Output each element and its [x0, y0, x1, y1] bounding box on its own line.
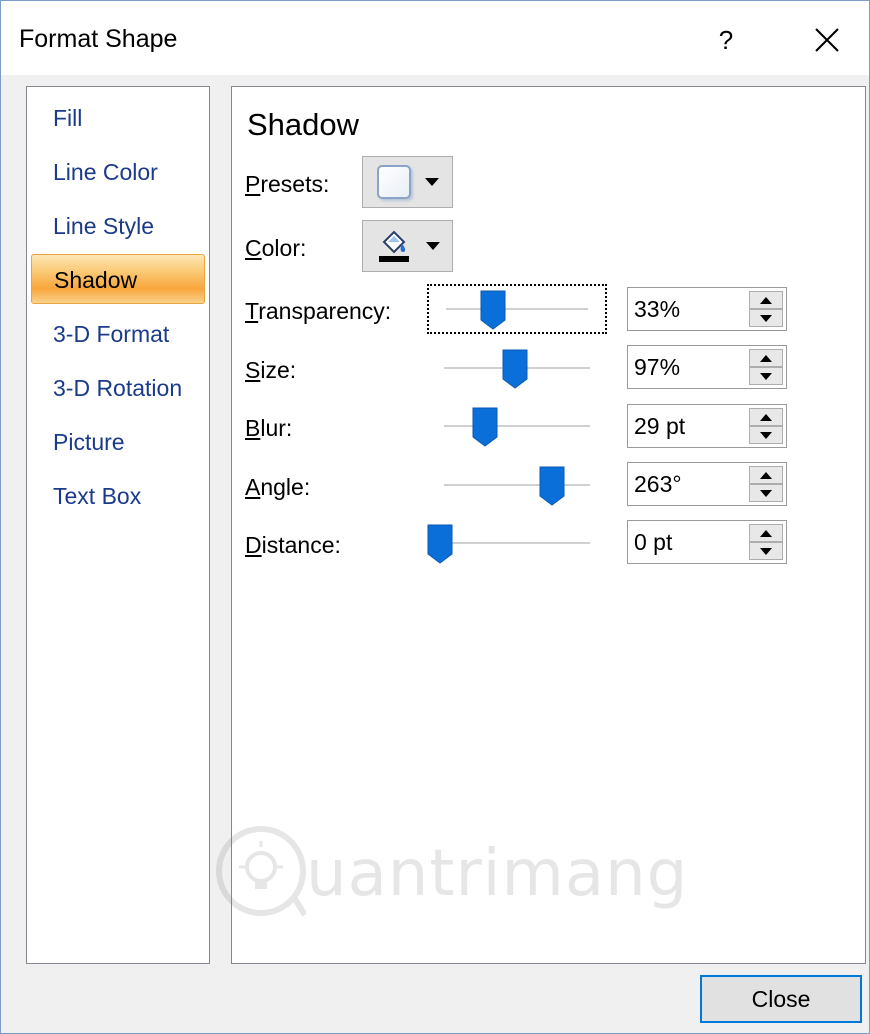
- spin-up-button[interactable]: [749, 291, 783, 309]
- chevron-down-icon: [424, 178, 439, 186]
- blur-spinner[interactable]: 29 pt: [627, 404, 787, 448]
- slider-thumb[interactable]: [427, 524, 453, 564]
- sidebar-item-picture[interactable]: Picture: [31, 417, 205, 467]
- color-dropdown[interactable]: [362, 220, 453, 272]
- slider-track: [444, 484, 590, 486]
- spin-down-button[interactable]: [749, 367, 783, 385]
- slider-track: [444, 425, 590, 427]
- color-label: Color:: [245, 235, 307, 261]
- angle-value[interactable]: 263°: [634, 463, 682, 505]
- size-spinner[interactable]: 97%: [627, 345, 787, 389]
- angle-label: Angle:: [245, 474, 311, 500]
- spin-up-button[interactable]: [749, 408, 783, 426]
- category-list: Fill Line Color Line Style Shadow 3-D Fo…: [26, 86, 210, 964]
- spin-buttons: [749, 291, 783, 327]
- spin-down-button[interactable]: [749, 309, 783, 327]
- transparency-slider[interactable]: [427, 284, 607, 334]
- close-x-glyph: [815, 28, 839, 52]
- presets-label: Presets:: [245, 171, 330, 197]
- transparency-label: Transparency:: [245, 298, 392, 324]
- spin-down-button[interactable]: [749, 542, 783, 560]
- section-title: Shadow: [247, 107, 360, 142]
- chevron-down-icon: [425, 242, 440, 250]
- spin-down-button[interactable]: [749, 484, 783, 502]
- sidebar-item-3d-format[interactable]: 3-D Format: [31, 309, 205, 359]
- transparency-value[interactable]: 33%: [634, 288, 680, 330]
- sidebar-item-3d-rotation[interactable]: 3-D Rotation: [31, 363, 205, 413]
- spin-down-button[interactable]: [749, 426, 783, 444]
- sidebar-item-line-style[interactable]: Line Style: [31, 201, 205, 251]
- angle-spinner[interactable]: 263°: [627, 462, 787, 506]
- spin-buttons: [749, 466, 783, 502]
- arrow-up-icon: [760, 296, 772, 304]
- slider-track: [444, 542, 590, 544]
- sidebar-item-text-box[interactable]: Text Box: [31, 471, 205, 521]
- paint-bucket-icon: [378, 230, 409, 262]
- arrow-down-icon: [760, 489, 772, 497]
- sidebar-item-line-color[interactable]: Line Color: [31, 147, 205, 197]
- slider-track: [446, 308, 588, 310]
- distance-slider[interactable]: [427, 518, 607, 568]
- spin-buttons: [749, 408, 783, 444]
- blur-slider[interactable]: [427, 401, 607, 451]
- arrow-up-icon: [760, 471, 772, 479]
- spin-buttons: [749, 349, 783, 385]
- arrow-down-icon: [760, 547, 772, 555]
- spin-up-button[interactable]: [749, 524, 783, 542]
- slider-thumb[interactable]: [539, 466, 565, 506]
- slider-thumb[interactable]: [472, 407, 498, 447]
- blur-value[interactable]: 29 pt: [634, 405, 685, 447]
- angle-slider[interactable]: [427, 460, 607, 510]
- spin-buttons: [749, 524, 783, 560]
- sidebar-item-shadow[interactable]: Shadow: [31, 254, 205, 304]
- distance-label: Distance:: [245, 532, 341, 558]
- size-label: Size:: [245, 357, 297, 383]
- close-icon[interactable]: [801, 15, 853, 65]
- slider-thumb[interactable]: [502, 349, 528, 389]
- distance-value[interactable]: 0 pt: [634, 521, 672, 563]
- preset-shadow-icon: [376, 165, 411, 199]
- presets-dropdown[interactable]: [362, 156, 453, 208]
- help-button[interactable]: ?: [701, 15, 751, 65]
- distance-spinner[interactable]: 0 pt: [627, 520, 787, 564]
- lightbulb-logo-icon: [216, 826, 306, 917]
- dialog-title: Format Shape: [19, 25, 178, 53]
- size-slider[interactable]: [427, 343, 607, 393]
- arrow-up-icon: [760, 354, 772, 362]
- close-button[interactable]: Close: [700, 975, 862, 1023]
- spin-up-button[interactable]: [749, 466, 783, 484]
- sidebar-item-fill[interactable]: Fill: [31, 93, 205, 143]
- arrow-down-icon: [760, 314, 772, 322]
- watermark-text: uantrimang: [306, 837, 689, 911]
- arrow-up-icon: [760, 413, 772, 421]
- watermark: uantrimang: [211, 819, 731, 929]
- title-bar: Format Shape ?: [1, 1, 869, 75]
- slider-thumb[interactable]: [480, 290, 506, 330]
- size-value[interactable]: 97%: [634, 346, 680, 388]
- blur-label: Blur:: [245, 415, 293, 441]
- transparency-spinner[interactable]: 33%: [627, 287, 787, 331]
- arrow-down-icon: [760, 431, 772, 439]
- spin-up-button[interactable]: [749, 349, 783, 367]
- format-shape-dialog: Format Shape ? Fill Line Color Line Styl…: [0, 0, 870, 1034]
- arrow-down-icon: [760, 372, 772, 380]
- arrow-up-icon: [760, 529, 772, 537]
